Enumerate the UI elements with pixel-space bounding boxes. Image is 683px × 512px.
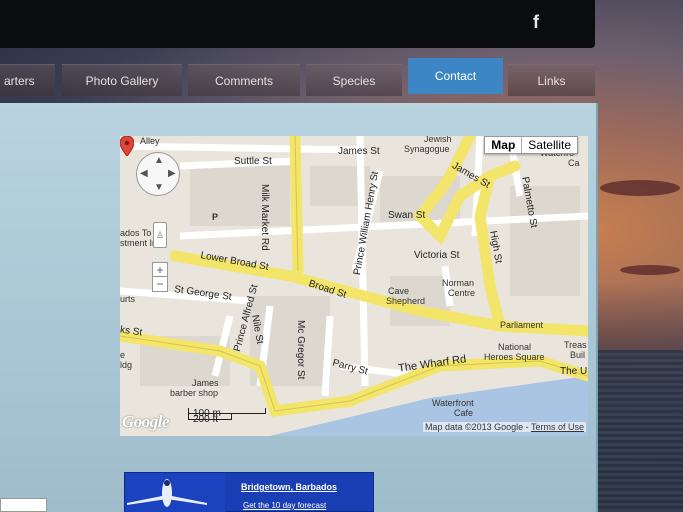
- pan-control[interactable]: ▲ ◀ ▶ ▼: [136, 152, 180, 196]
- map-label: ados To: [120, 228, 152, 238]
- map-label: Mc Gregor St: [295, 320, 306, 380]
- google-logo: Google: [122, 412, 170, 431]
- map-label: Alley: [140, 136, 160, 146]
- map-label: Jewish: [424, 136, 452, 144]
- map-label: Ca: [568, 158, 580, 168]
- nav-item-links[interactable]: Links: [508, 64, 595, 96]
- map-label: urts: [120, 294, 136, 304]
- page-footer-box: [0, 498, 47, 512]
- map-label: barber shop: [170, 388, 219, 398]
- zoom-in-button[interactable]: +: [153, 263, 167, 277]
- map-label: Centre: [448, 288, 476, 298]
- forecast-title-link[interactable]: Bridgetown, Barbados: [241, 482, 337, 492]
- map-label: The U: [560, 366, 588, 377]
- pan-left-icon[interactable]: ◀: [140, 168, 148, 179]
- map-type-map-button[interactable]: Map: [485, 137, 523, 153]
- map-label: Treas: [564, 340, 587, 350]
- map-label: Synagogue: [404, 144, 450, 154]
- nav-item-quarters[interactable]: arters: [0, 64, 55, 96]
- map-label: Norman: [442, 278, 475, 288]
- map-label: Shepherd: [386, 296, 426, 306]
- facebook-icon[interactable]: f: [527, 12, 545, 34]
- nav-item-comments[interactable]: Comments: [188, 64, 300, 96]
- scale-imperial: 200 ft: [188, 414, 232, 425]
- cloud-shape: [620, 265, 680, 275]
- location-marker-icon[interactable]: [120, 136, 134, 156]
- attribution-text: Map data ©2013 Google -: [424, 422, 531, 432]
- weather-forecast-widget[interactable]: Bridgetown, Barbados Get the 10 day fore…: [124, 472, 374, 512]
- map-label: James St: [338, 146, 380, 157]
- header-bar: f: [0, 0, 595, 48]
- forecast-10-day-link[interactable]: Get the 10 day forecast: [243, 501, 326, 510]
- nav-item-species[interactable]: Species: [306, 64, 402, 96]
- map-label: James: [192, 378, 219, 388]
- map-label: Swan St: [388, 210, 426, 221]
- map-attribution: Map data ©2013 Google - Terms of Use: [422, 422, 586, 432]
- airplane-icon: [125, 473, 225, 512]
- cloud-shape: [600, 180, 680, 196]
- map-type-satellite-button[interactable]: Satellite: [522, 137, 577, 153]
- pan-down-icon[interactable]: ▼: [154, 182, 164, 193]
- map-label: Buil: [570, 350, 586, 360]
- zoom-control: + −: [152, 262, 168, 292]
- main-navigation: arters Photo Gallery Comments Species Co…: [0, 58, 595, 100]
- map-label: Heroes Square: [484, 352, 545, 362]
- pan-right-icon[interactable]: ▶: [168, 168, 176, 179]
- pan-up-icon[interactable]: ▲: [154, 155, 164, 166]
- map-scale: 100 m 200 ft: [188, 408, 266, 425]
- map-label: Victoria St: [414, 250, 460, 261]
- map-label: Milk Market Rd: [259, 184, 270, 251]
- map-label: P: [212, 212, 219, 222]
- nav-item-photo-gallery[interactable]: Photo Gallery: [62, 64, 182, 96]
- map-label: Parliament: [500, 320, 544, 330]
- map-type-control: Map Satellite: [484, 136, 578, 154]
- terms-of-use-link[interactable]: Terms of Use: [531, 422, 584, 432]
- map-label: Cafe: [454, 408, 474, 418]
- google-map[interactable]: Alley Jewish Synagogue Waterfro Ca Suttl…: [120, 136, 588, 436]
- zoom-out-button[interactable]: −: [153, 277, 167, 291]
- map-label: Suttle St: [234, 156, 272, 167]
- nav-item-contact[interactable]: Contact: [408, 58, 503, 94]
- map-label: Cave: [388, 286, 410, 296]
- map-label: Waterfront: [432, 398, 474, 408]
- sea-background: [590, 350, 683, 512]
- map-label: ldg: [120, 360, 133, 370]
- street-view-pegman-icon[interactable]: ♙: [153, 222, 167, 248]
- map-label: stment In: [120, 238, 158, 248]
- map-label: e: [120, 350, 126, 360]
- map-label: National: [498, 342, 532, 352]
